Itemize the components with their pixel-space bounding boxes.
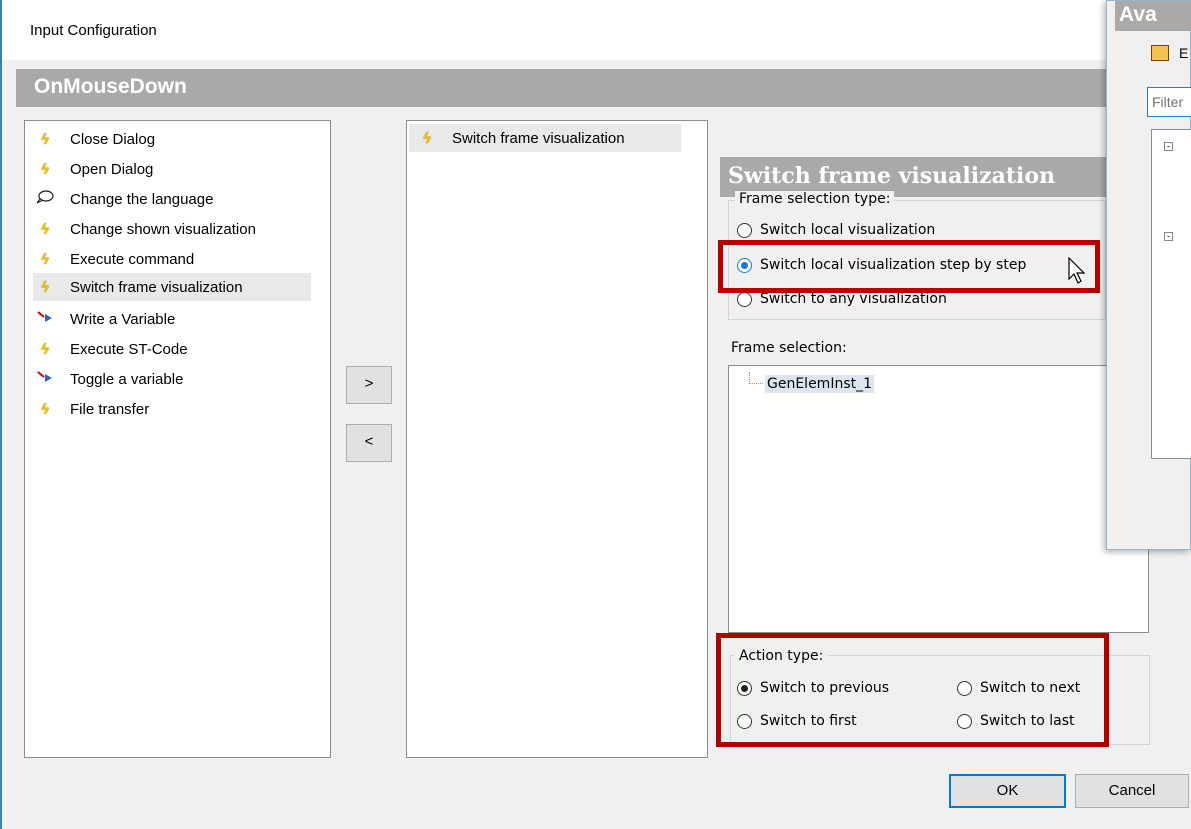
action-label: Switch frame visualization — [452, 129, 625, 147]
lightning-icon: ϟ — [41, 278, 49, 296]
lightning-icon: ϟ — [41, 160, 49, 178]
collapse-icon[interactable]: - — [1164, 232, 1173, 241]
frame-selection-type-label: Frame selection type: — [735, 191, 895, 207]
mouse-cursor-icon — [1068, 257, 1086, 284]
radio-label: Switch to any visualization — [760, 291, 947, 307]
action-label: Toggle a variable — [70, 370, 184, 388]
list-item[interactable]: ϟ Open Dialog — [33, 155, 153, 183]
list-item[interactable]: Change the language — [33, 185, 213, 213]
lightning-icon: ϟ — [41, 250, 49, 268]
action-label: Close Dialog — [70, 130, 156, 148]
action-label: Switch frame visualization — [70, 278, 243, 296]
radio-label: Switch local visualization — [760, 222, 936, 238]
add-action-button[interactable]: > — [346, 366, 392, 404]
list-item[interactable]: ϟ File transfer — [33, 395, 149, 423]
frame-selection-label: Frame selection: — [731, 340, 847, 356]
window-title: Input Configuration — [30, 22, 157, 39]
list-item-selected[interactable]: ϟ Switch frame visualization — [33, 273, 311, 301]
variable-arrow-icon — [33, 370, 57, 388]
tree-node[interactable]: GenElemInst_1 — [765, 375, 875, 393]
radio-switch-first[interactable]: Switch to first — [737, 713, 857, 729]
radio-switch-local[interactable]: Switch local visualization — [737, 222, 935, 238]
radio-switch-any[interactable]: Switch to any visualization — [737, 291, 947, 307]
remove-action-button[interactable]: < — [346, 424, 392, 462]
radio-circle — [737, 713, 752, 729]
available-actions-list[interactable]: ϟ Close Dialog ϟ Open Dialog Change the la… — [24, 120, 331, 758]
input-configuration-dialog: Input Configuration OnMouseDown ϟ Close D… — [0, 0, 1191, 829]
cancel-button[interactable]: Cancel — [1075, 774, 1189, 808]
radio-circle — [957, 680, 972, 696]
lightning-icon: ϟ — [41, 340, 49, 358]
variable-arrow-icon — [33, 310, 57, 328]
speech-bubble-icon — [33, 190, 57, 208]
action-label: Change shown visualization — [70, 220, 256, 238]
radio-circle — [957, 713, 972, 729]
lightning-icon: ϟ — [41, 400, 49, 418]
radio-circle-selected — [737, 680, 752, 696]
side-toolbar[interactable]: E — [1151, 45, 1188, 61]
side-tree[interactable]: - - — [1151, 129, 1191, 459]
side-toolbar-label: E — [1179, 45, 1189, 61]
lightning-icon: ϟ — [41, 220, 49, 238]
frame-selection-tree[interactable]: GenElemInst_1 — [728, 365, 1149, 633]
frame-selection-type-group: Frame selection type: Switch local visua… — [728, 191, 1106, 320]
radio-label: Switch to previous — [760, 680, 890, 696]
radio-label: Switch local visualization step by step — [760, 257, 1027, 273]
list-item[interactable]: Toggle a variable — [33, 365, 183, 393]
action-type-label: Action type: — [735, 648, 828, 664]
action-label: Execute ST-Code — [70, 340, 188, 358]
assigned-actions-list[interactable]: ϟ Switch frame visualization — [406, 120, 708, 758]
action-label: Execute command — [70, 250, 195, 268]
radio-label: Switch to last — [980, 713, 1075, 729]
side-window-title: Ava — [1115, 1, 1191, 31]
action-type-group: Action type: Switch to previous Switch t… — [730, 648, 1150, 745]
radio-switch-local-step[interactable]: Switch local visualization step by step — [737, 257, 1026, 273]
action-label: Open Dialog — [70, 160, 154, 178]
radio-label: Switch to next — [980, 680, 1081, 696]
list-item[interactable]: ϟ Change shown visualization — [33, 215, 256, 243]
action-label: Change the language — [70, 190, 214, 208]
list-item[interactable]: ϟ Execute ST-Code — [33, 335, 188, 363]
list-item[interactable]: ϟ Switch frame visualization — [409, 124, 681, 152]
radio-circle — [737, 222, 752, 238]
action-label: Write a Variable — [70, 310, 176, 328]
available-elements-window: Ava E - - — [1106, 0, 1191, 550]
radio-circle-selected — [737, 257, 752, 273]
collapse-icon[interactable]: - — [1164, 142, 1173, 151]
title-bar[interactable]: Input Configuration — [2, 0, 1191, 60]
list-item[interactable]: ϟ Close Dialog — [33, 125, 155, 153]
lightning-icon: ϟ — [41, 130, 49, 148]
element-icon — [1151, 45, 1169, 61]
filter-input[interactable] — [1147, 87, 1191, 117]
radio-label: Switch to first — [760, 713, 857, 729]
radio-switch-previous[interactable]: Switch to previous — [737, 680, 889, 696]
event-header: OnMouseDown — [16, 69, 1191, 107]
tree-connector — [749, 372, 763, 384]
ok-button[interactable]: OK — [949, 774, 1066, 808]
list-item[interactable]: ϟ Execute command — [33, 245, 194, 273]
action-label: File transfer — [70, 400, 150, 418]
radio-circle — [737, 291, 752, 307]
radio-switch-last[interactable]: Switch to last — [957, 713, 1075, 729]
list-item[interactable]: Write a Variable — [33, 305, 175, 333]
radio-switch-next[interactable]: Switch to next — [957, 680, 1080, 696]
lightning-icon: ϟ — [423, 129, 431, 147]
